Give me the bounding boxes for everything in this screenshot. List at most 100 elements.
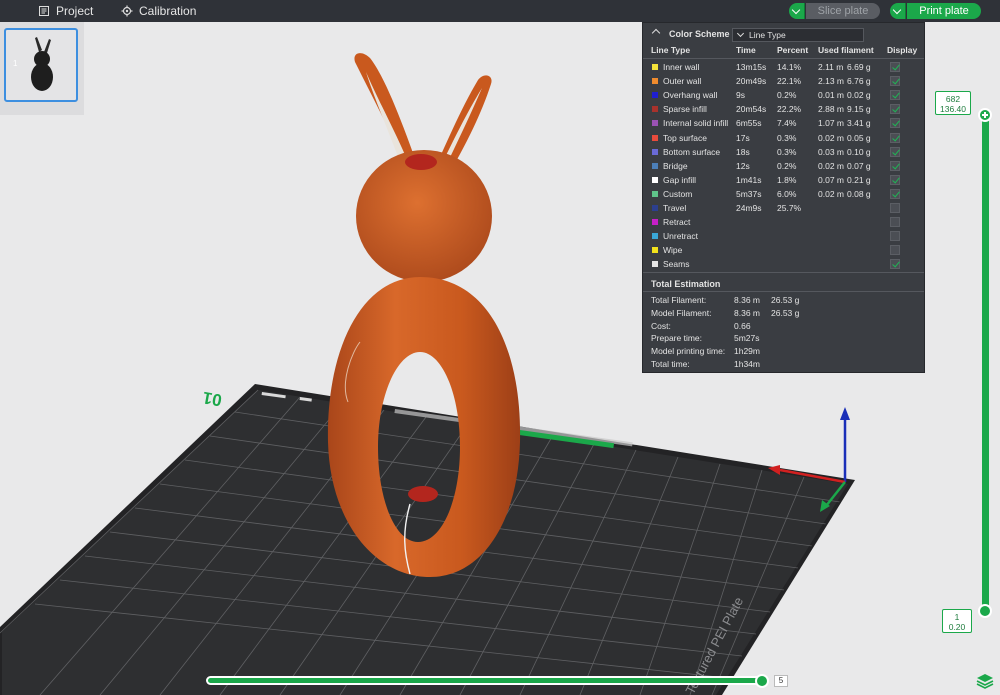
total-weight: 26.53 g bbox=[771, 295, 800, 305]
display-checkbox[interactable] bbox=[890, 245, 900, 256]
filament-length: 2.11 m bbox=[818, 62, 844, 72]
top-toolbar: Project Calibration Slice plate Print pl… bbox=[0, 0, 1000, 22]
color-swatch bbox=[652, 162, 658, 169]
color-scheme-select[interactable]: Line Type bbox=[732, 28, 864, 42]
percent-value: 22.1% bbox=[777, 76, 802, 87]
percent-value: 22.2% bbox=[777, 104, 802, 115]
display-checkbox[interactable] bbox=[890, 160, 900, 171]
time-value: 5m37s bbox=[736, 188, 762, 199]
legend-row: Travel 24m9s 25.7% bbox=[643, 201, 924, 215]
color-swatch bbox=[652, 261, 658, 268]
line-type-name: Overhang wall bbox=[663, 90, 718, 101]
time-value: 20m54s bbox=[736, 104, 767, 115]
bottom-layer-height: 0.20 bbox=[948, 622, 966, 632]
slice-plate-button[interactable]: Slice plate bbox=[806, 3, 880, 19]
display-checkbox[interactable] bbox=[890, 146, 900, 157]
divider bbox=[643, 291, 924, 292]
display-checkbox[interactable] bbox=[890, 203, 900, 213]
color-swatch bbox=[652, 92, 658, 99]
color-swatch bbox=[652, 205, 658, 211]
layer-slider-track[interactable] bbox=[982, 114, 989, 612]
color-swatch bbox=[652, 120, 658, 127]
percent-value: 25.7% bbox=[777, 203, 802, 213]
project-icon bbox=[39, 6, 49, 16]
layer-slider-top-label: 682 136.40 bbox=[935, 91, 971, 115]
layers-icon[interactable] bbox=[976, 673, 994, 689]
time-value: 18s bbox=[736, 146, 750, 157]
filament-weight: 0.08 g bbox=[847, 188, 871, 199]
display-checkbox[interactable] bbox=[890, 90, 900, 101]
line-type-name: Inner wall bbox=[663, 62, 700, 72]
display-checkbox[interactable] bbox=[890, 104, 900, 115]
display-checkbox[interactable] bbox=[890, 118, 900, 129]
filament-length: 2.88 m bbox=[818, 104, 844, 115]
color-swatch bbox=[652, 106, 658, 113]
tab-project[interactable]: Project bbox=[38, 4, 93, 18]
line-type-name: Wipe bbox=[663, 245, 683, 256]
layer-slider-bottom-handle[interactable] bbox=[978, 604, 992, 618]
total-label: Model Filament: bbox=[651, 307, 712, 318]
total-row: Prepare time: 5m27s bbox=[643, 332, 924, 345]
filament-length: 0.03 m bbox=[818, 146, 844, 157]
line-type-name: Outer wall bbox=[663, 76, 702, 87]
legend-header: Color Scheme Line Type bbox=[643, 23, 924, 45]
display-checkbox[interactable] bbox=[890, 174, 900, 185]
line-type-name: Unretract bbox=[663, 231, 698, 242]
total-row: Cost: 0.66 bbox=[643, 320, 924, 333]
layer-slider-top-handle[interactable] bbox=[978, 108, 992, 122]
build-plate bbox=[0, 384, 855, 695]
line-type-name: Retract bbox=[663, 217, 691, 228]
display-checkbox[interactable] bbox=[890, 62, 900, 72]
display-checkbox[interactable] bbox=[890, 188, 900, 199]
column-header-line-type: Line Type bbox=[651, 45, 691, 55]
display-checkbox[interactable] bbox=[890, 132, 900, 143]
print-plate-button[interactable]: Print plate bbox=[907, 3, 981, 19]
legend-row: Bottom surface 18s 0.3% 0.03 m 0.10 g bbox=[643, 145, 924, 159]
total-label: Total Filament: bbox=[651, 295, 707, 305]
sliced-model[interactable] bbox=[327, 53, 521, 577]
filament-weight: 6.69 g bbox=[847, 62, 871, 72]
top-layer-number: 682 bbox=[945, 94, 961, 104]
plate-thumbnail-number: 1 bbox=[13, 59, 18, 68]
color-swatch bbox=[652, 176, 658, 183]
color-swatch bbox=[652, 148, 658, 155]
legend-row: Outer wall 20m49s 22.1% 2.13 m 6.76 g bbox=[643, 74, 924, 88]
tab-calibration[interactable]: Calibration bbox=[121, 4, 196, 18]
divider bbox=[643, 58, 924, 59]
time-value: 17s bbox=[736, 132, 750, 143]
display-checkbox[interactable] bbox=[890, 76, 900, 87]
line-type-name: Custom bbox=[663, 188, 693, 199]
column-header-used-filament: Used filament bbox=[818, 45, 874, 55]
filament-length: 0.01 m bbox=[818, 90, 844, 101]
legend-row: Internal solid infill 6m55s 7.4% 1.07 m 3.41… bbox=[643, 116, 924, 130]
display-checkbox[interactable] bbox=[890, 259, 900, 270]
time-value: 24m9s bbox=[736, 203, 762, 213]
time-value: 13m15s bbox=[736, 62, 767, 72]
print-dropdown-button[interactable] bbox=[890, 3, 906, 19]
total-label: Model printing time: bbox=[651, 346, 726, 357]
legend-row: Unretract bbox=[643, 229, 924, 243]
filament-length: 0.02 m bbox=[818, 160, 844, 171]
slice-dropdown-button[interactable] bbox=[789, 3, 805, 19]
legend-row: Custom 5m37s 6.0% 0.02 m 0.08 g bbox=[643, 187, 924, 201]
filament-weight: 0.21 g bbox=[847, 174, 871, 185]
move-slider-handle[interactable] bbox=[755, 674, 769, 688]
collapse-chevron-icon[interactable] bbox=[651, 28, 661, 38]
legend-row: Retract bbox=[643, 215, 924, 229]
line-type-name: Internal solid infill bbox=[663, 118, 729, 129]
plate-number: 01 bbox=[201, 388, 223, 410]
top-layer-height: 136.40 bbox=[940, 104, 966, 114]
move-slider-track[interactable] bbox=[206, 676, 766, 685]
move-slider-value: 5 bbox=[774, 675, 788, 687]
total-row: Model Filament: 8.36 m 26.53 g bbox=[643, 307, 924, 320]
display-checkbox[interactable] bbox=[890, 231, 900, 242]
legend-row: Bridge 12s 0.2% 0.02 m 0.07 g bbox=[643, 159, 924, 173]
percent-value: 7.4% bbox=[777, 118, 797, 129]
total-row: Total time: 1h34m bbox=[643, 358, 924, 371]
total-label: Cost: bbox=[651, 320, 671, 331]
display-checkbox[interactable] bbox=[890, 217, 900, 228]
tab-calibration-label: Calibration bbox=[139, 4, 197, 18]
total-weight: 26.53 g bbox=[771, 307, 800, 318]
line-type-name: Top surface bbox=[663, 132, 707, 143]
line-type-name: Seams bbox=[663, 259, 690, 270]
